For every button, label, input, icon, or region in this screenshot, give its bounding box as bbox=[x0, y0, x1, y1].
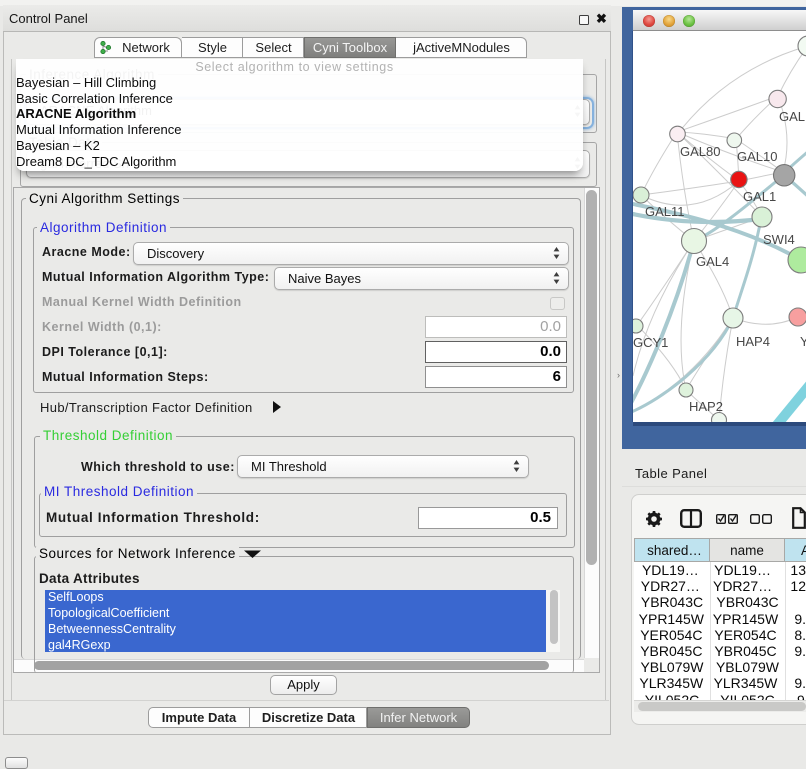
svg-text:Y: Y bbox=[800, 334, 806, 349]
svg-text:HAP2: HAP2 bbox=[689, 399, 723, 414]
svg-text:GCY1: GCY1 bbox=[633, 335, 668, 350]
svg-text:SWI4: SWI4 bbox=[763, 232, 795, 247]
svg-text:GAL: GAL bbox=[779, 109, 805, 124]
svg-text:GAL11: GAL11 bbox=[645, 204, 685, 219]
svg-text:GAL80: GAL80 bbox=[680, 144, 720, 159]
svg-text:GAL1: GAL1 bbox=[743, 189, 776, 204]
svg-text:GAL10: GAL10 bbox=[737, 149, 777, 164]
svg-text:HAP4: HAP4 bbox=[736, 334, 770, 349]
svg-text:GAL4: GAL4 bbox=[696, 254, 729, 269]
